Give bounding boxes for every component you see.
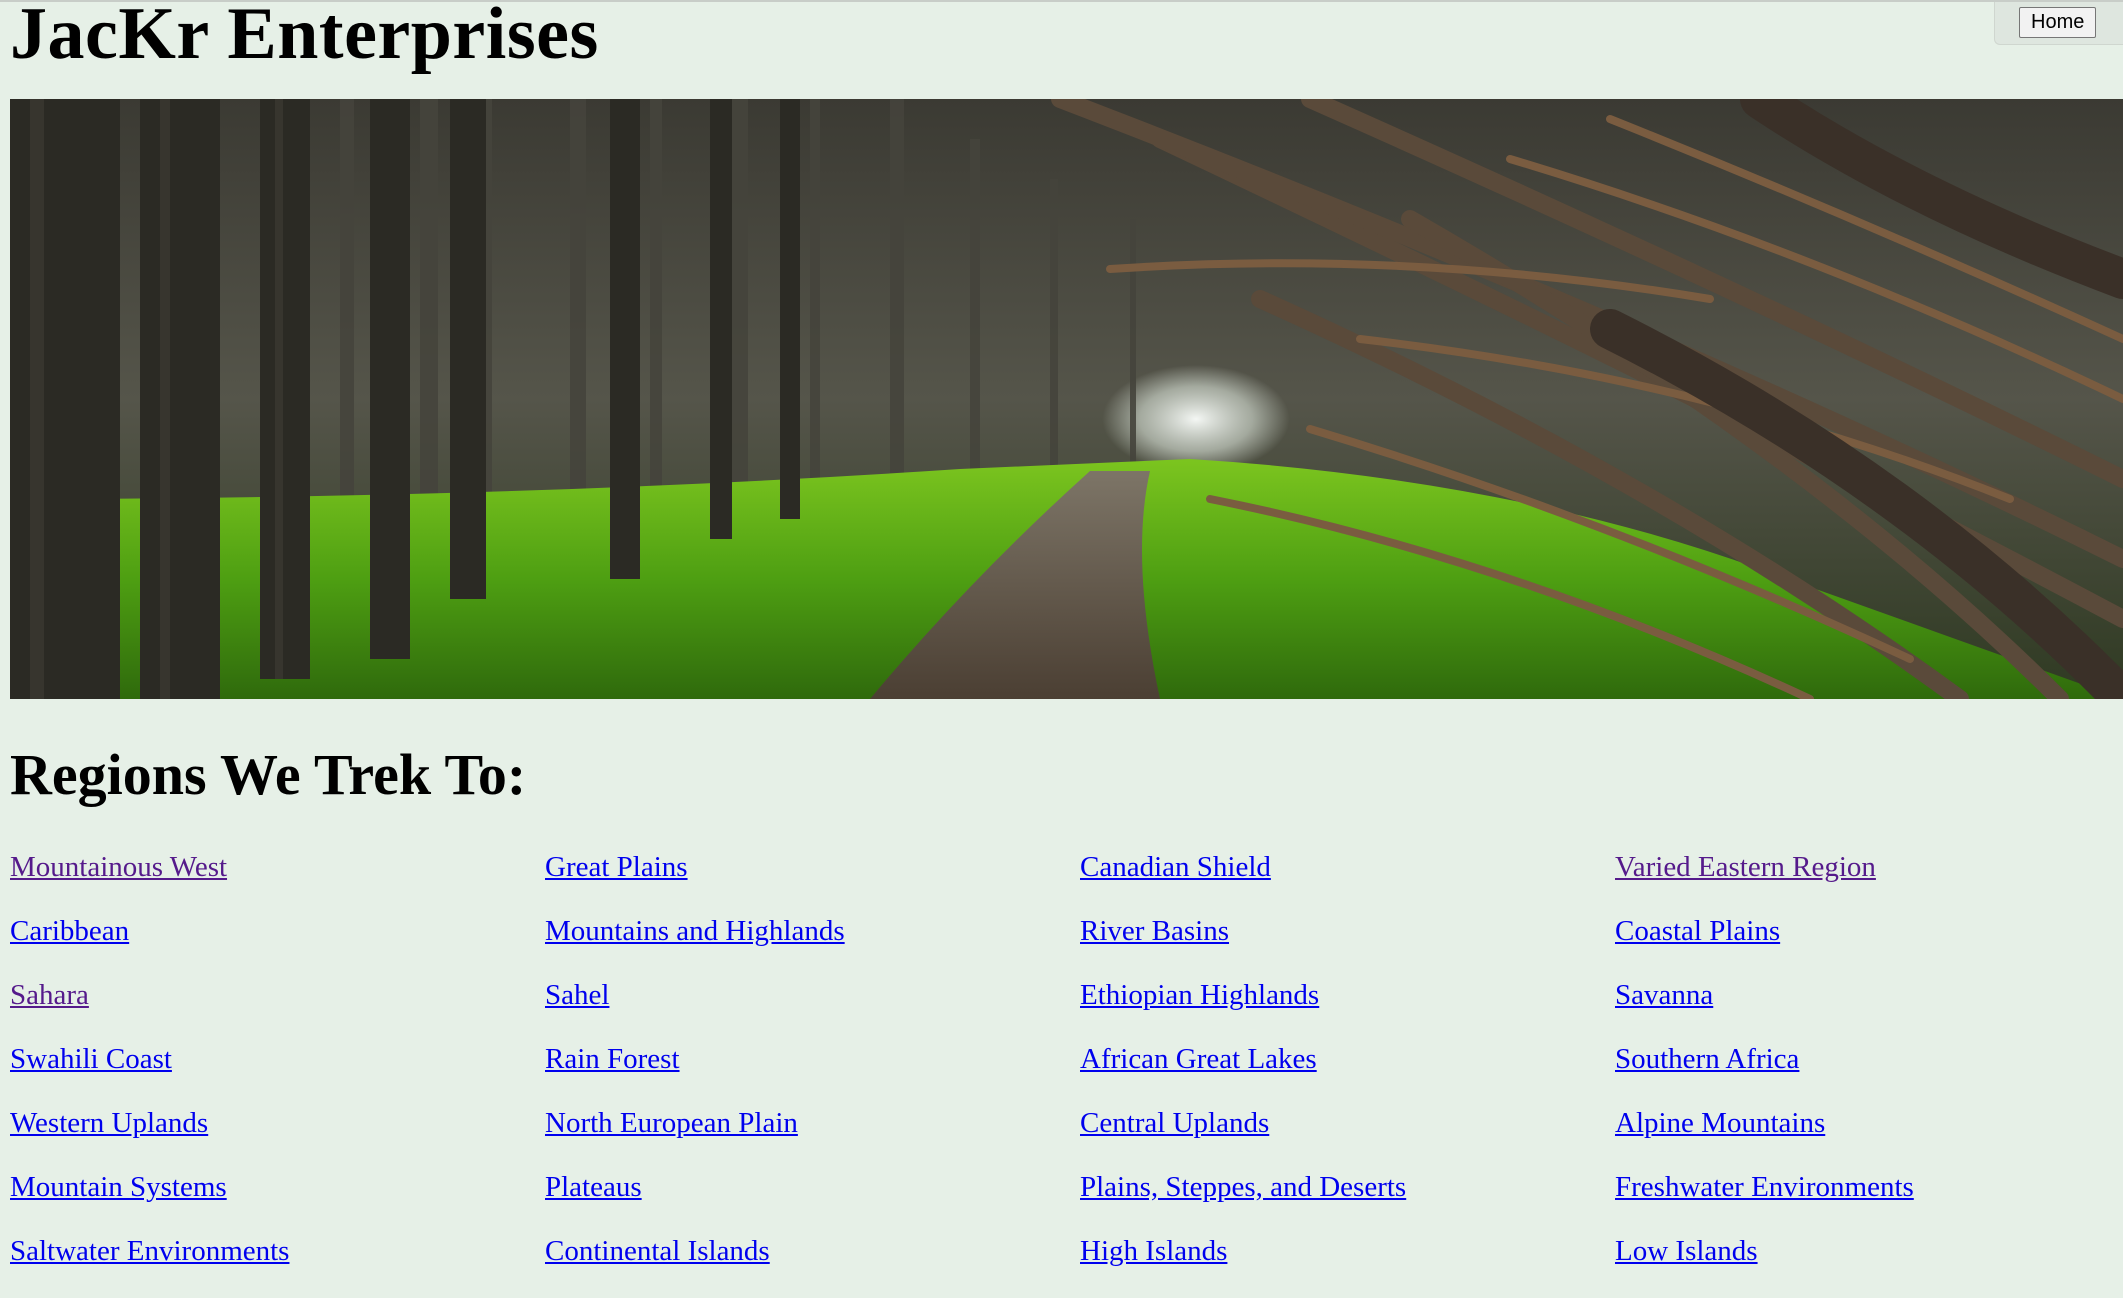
regions-grid: Mountainous West Great Plains Canadian Shi… bbox=[10, 850, 2123, 1298]
region-link[interactable]: Alpine Mountains bbox=[1615, 1106, 1825, 1141]
region-link[interactable]: River Basins bbox=[1080, 914, 1229, 949]
region-link[interactable]: African Great Lakes bbox=[1080, 1042, 1317, 1077]
region-link[interactable]: Mountains and Highlands bbox=[545, 914, 845, 949]
region-link[interactable]: Great Plains bbox=[545, 850, 688, 885]
region-link[interactable]: High Islands bbox=[1080, 1234, 1227, 1269]
region-link[interactable]: North European Plain bbox=[545, 1106, 798, 1141]
nav-panel: Home bbox=[1994, 2, 2123, 45]
home-button[interactable]: Home bbox=[2019, 7, 2097, 38]
region-link[interactable]: Southern Africa bbox=[1615, 1042, 1799, 1077]
region-link[interactable]: Freshwater Environments bbox=[1615, 1170, 1914, 1205]
region-link[interactable]: Sahara bbox=[10, 978, 89, 1013]
region-link[interactable]: Savanna bbox=[1615, 978, 1713, 1013]
region-link[interactable]: Swahili Coast bbox=[10, 1042, 172, 1077]
region-link[interactable]: Western Uplands bbox=[10, 1106, 208, 1141]
region-link[interactable]: Rain Forest bbox=[545, 1042, 680, 1077]
region-link[interactable]: Varied Eastern Region bbox=[1615, 850, 1876, 885]
regions-heading: Regions We Trek To: bbox=[10, 742, 527, 807]
region-link[interactable]: Saltwater Environments bbox=[10, 1234, 289, 1269]
region-link[interactable]: Plateaus bbox=[545, 1170, 642, 1205]
region-link[interactable]: Continental Islands bbox=[545, 1234, 770, 1269]
region-link[interactable]: Plains, Steppes, and Deserts bbox=[1080, 1170, 1406, 1205]
region-link[interactable]: Sahel bbox=[545, 978, 609, 1013]
site-title: JacKr Enterprises bbox=[10, 0, 599, 75]
region-link[interactable]: Canadian Shield bbox=[1080, 850, 1271, 885]
region-link[interactable]: Mountain Systems bbox=[10, 1170, 227, 1205]
region-link[interactable]: Mountainous West bbox=[10, 850, 227, 885]
region-link[interactable]: Caribbean bbox=[10, 914, 129, 949]
region-link[interactable]: Low Islands bbox=[1615, 1234, 1758, 1269]
region-link[interactable]: Coastal Plains bbox=[1615, 914, 1780, 949]
region-link[interactable]: Ethiopian Highlands bbox=[1080, 978, 1319, 1013]
hero-image bbox=[10, 99, 2123, 699]
region-link[interactable]: Central Uplands bbox=[1080, 1106, 1269, 1141]
